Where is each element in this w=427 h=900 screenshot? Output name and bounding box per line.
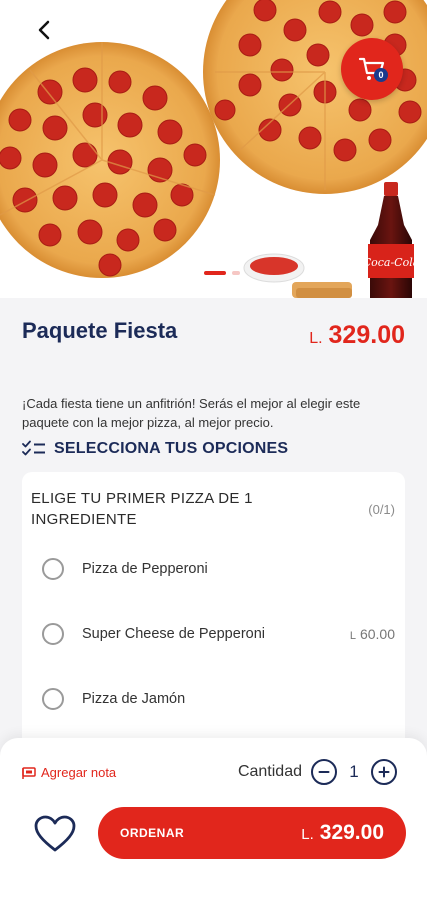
decrease-quantity-button[interactable] <box>311 759 337 785</box>
option-group-title: ELIGE TU PRIMER PIZZA DE 1 INGREDIENTE <box>31 490 253 528</box>
option-group-card: ELIGE TU PRIMER PIZZA DE 1 INGREDIENTE (… <box>22 472 405 752</box>
quantity-label: Cantidad <box>237 763 302 780</box>
order-button-price: L. 329.00 <box>301 821 384 845</box>
app-root: Coca-Cola 0 Paquete Fiesta L. 329.00 ¡Ca… <box>0 0 427 900</box>
option-label: Super Cheese de Pepperoni <box>82 626 265 642</box>
carousel-indicator <box>204 271 240 275</box>
order-price-currency: L. <box>301 826 314 843</box>
back-button[interactable] <box>30 16 58 44</box>
cart-button[interactable]: 0 <box>341 38 403 100</box>
order-price-amount: 329.00 <box>319 821 384 844</box>
option-label: Pizza de Jamón <box>82 691 186 707</box>
option-group-count: (0/1) <box>368 502 395 517</box>
heart-icon <box>34 815 76 852</box>
option-item-super-cheese-pepperoni[interactable]: Super Cheese de Pepperoni L 60.00 <box>22 609 405 659</box>
price-amount: 329.00 <box>328 321 405 349</box>
product-hero-image: Coca-Cola 0 <box>0 0 427 298</box>
dip-cup <box>243 253 305 283</box>
cart-count-badge: 0 <box>374 68 388 82</box>
product-price: L. 329.00 <box>309 321 405 350</box>
option-item-pizza-jamon[interactable]: Pizza de Jamón <box>22 674 405 724</box>
checklist-icon <box>22 440 45 456</box>
carousel-dot[interactable] <box>232 271 240 275</box>
favorite-button[interactable] <box>32 812 78 856</box>
minus-icon <box>318 771 330 773</box>
option-price-currency: L <box>349 630 356 642</box>
svg-text:Coca-Cola: Coca-Cola <box>363 256 420 269</box>
radio-button[interactable] <box>42 688 64 710</box>
options-header: SELECCIONA TUS OPCIONES <box>22 440 288 458</box>
product-title: Paquete Fiesta <box>22 318 178 343</box>
quantity-stepper: Cantidad 1 <box>238 759 397 785</box>
bottom-action-bar: Agregar nota Cantidad 1 ORDENAR L. 329.0… <box>0 738 427 900</box>
radio-button[interactable] <box>42 558 64 580</box>
add-note-label: Agregar nota <box>41 765 117 780</box>
breadsticks <box>292 282 352 298</box>
product-description: ¡Cada fiesta tiene un anfitrión! Serás e… <box>22 396 361 430</box>
back-arrow-icon <box>38 20 50 40</box>
note-flag-icon <box>22 766 36 779</box>
option-price: L 60.00 <box>350 626 395 642</box>
quantity-value: 1 <box>349 762 359 781</box>
increase-quantity-button[interactable] <box>371 759 397 785</box>
carousel-dot-active[interactable] <box>204 271 226 275</box>
price-currency: L. <box>309 330 323 347</box>
option-price-amount: 60.00 <box>359 626 395 642</box>
order-button-label: ORDENAR <box>120 826 185 840</box>
radio-button[interactable] <box>42 623 64 645</box>
option-item-pizza-pepperoni[interactable]: Pizza de Pepperoni <box>22 544 405 594</box>
plus-icon <box>378 766 390 778</box>
order-button[interactable]: ORDENAR L. 329.00 <box>98 807 406 859</box>
option-label: Pizza de Pepperoni <box>82 561 208 577</box>
add-note-button[interactable]: Agregar nota <box>22 765 116 780</box>
options-header-label: SELECCIONA TUS OPCIONES <box>54 440 289 457</box>
